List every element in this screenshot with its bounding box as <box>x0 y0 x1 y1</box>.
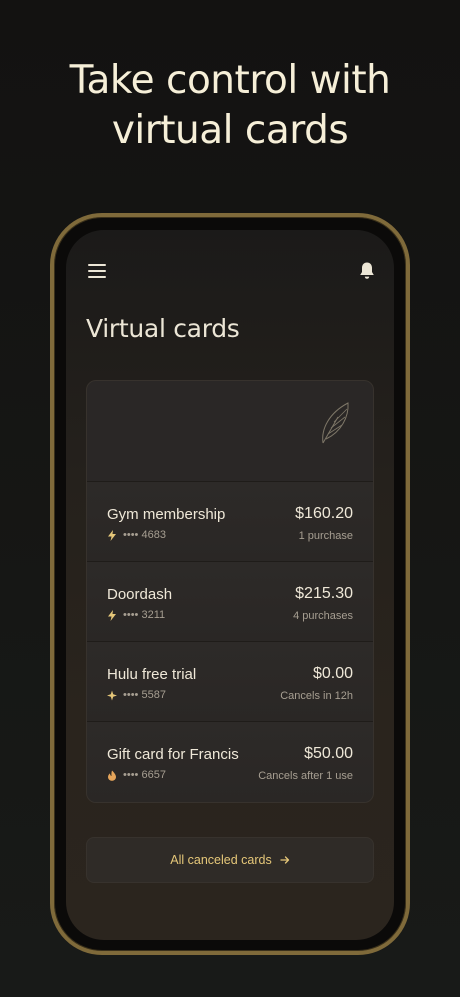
headline-line-1: Take control with <box>69 58 391 103</box>
virtual-cards-stack: Gym membership $160.20 •••• 4683 1 purch… <box>86 380 374 803</box>
all-canceled-cards-button[interactable]: All canceled cards <box>86 837 374 883</box>
card-row-gift-card[interactable]: Gift card for Francis $50.00 •••• 6657 C… <box>87 721 373 802</box>
bolt-icon <box>108 529 116 541</box>
card-name: Hulu free trial <box>107 666 197 683</box>
card-meta: •••• 4683 <box>107 529 166 541</box>
card-meta: •••• 5587 <box>107 689 166 701</box>
card-amount: $50.00 <box>304 745 353 762</box>
bell-icon[interactable] <box>358 261 376 281</box>
cta-label: All canceled cards <box>170 853 272 867</box>
menu-icon[interactable] <box>88 264 106 278</box>
sparkle-icon <box>107 690 117 700</box>
card-name: Doordash <box>107 586 173 603</box>
headline: Take control with virtual cards <box>0 56 460 156</box>
card-row-gym[interactable]: Gym membership $160.20 •••• 4683 1 purch… <box>87 481 373 562</box>
bolt-icon <box>108 609 116 621</box>
card-meta: •••• 3211 <box>107 609 165 621</box>
card-amount: $0.00 <box>312 665 353 682</box>
card-status: Cancels in 12h <box>280 690 353 702</box>
card-row-doordash[interactable]: Doordash $215.30 •••• 3211 4 purchases <box>87 561 373 642</box>
phone-screen: Virtual cards Gym membership $160.20 •••… <box>66 230 394 940</box>
card-masked-number: •••• 3211 <box>123 609 166 621</box>
card-meta: •••• 6657 <box>107 769 166 781</box>
card-status: 1 purchase <box>298 530 353 542</box>
card-masked-number: •••• 4683 <box>123 529 166 541</box>
card-name: Gym membership <box>107 506 226 523</box>
card-status: 4 purchases <box>293 610 353 622</box>
card-status: Cancels after 1 use <box>258 770 353 782</box>
card-name: Gift card for Francis <box>107 746 239 763</box>
feather-icon <box>322 402 349 444</box>
card-row-hulu[interactable]: Hulu free trial $0.00 •••• 5587 Cancels … <box>87 641 373 722</box>
flame-icon <box>108 770 116 781</box>
card-masked-number: •••• 5587 <box>123 689 166 701</box>
card-amount: $215.30 <box>295 585 353 602</box>
page-title: Virtual cards <box>86 314 240 343</box>
arrow-right-icon <box>280 856 289 864</box>
headline-line-2: virtual cards <box>111 108 349 153</box>
card-amount: $160.20 <box>295 505 353 522</box>
card-masked-number: •••• 6657 <box>123 769 166 781</box>
